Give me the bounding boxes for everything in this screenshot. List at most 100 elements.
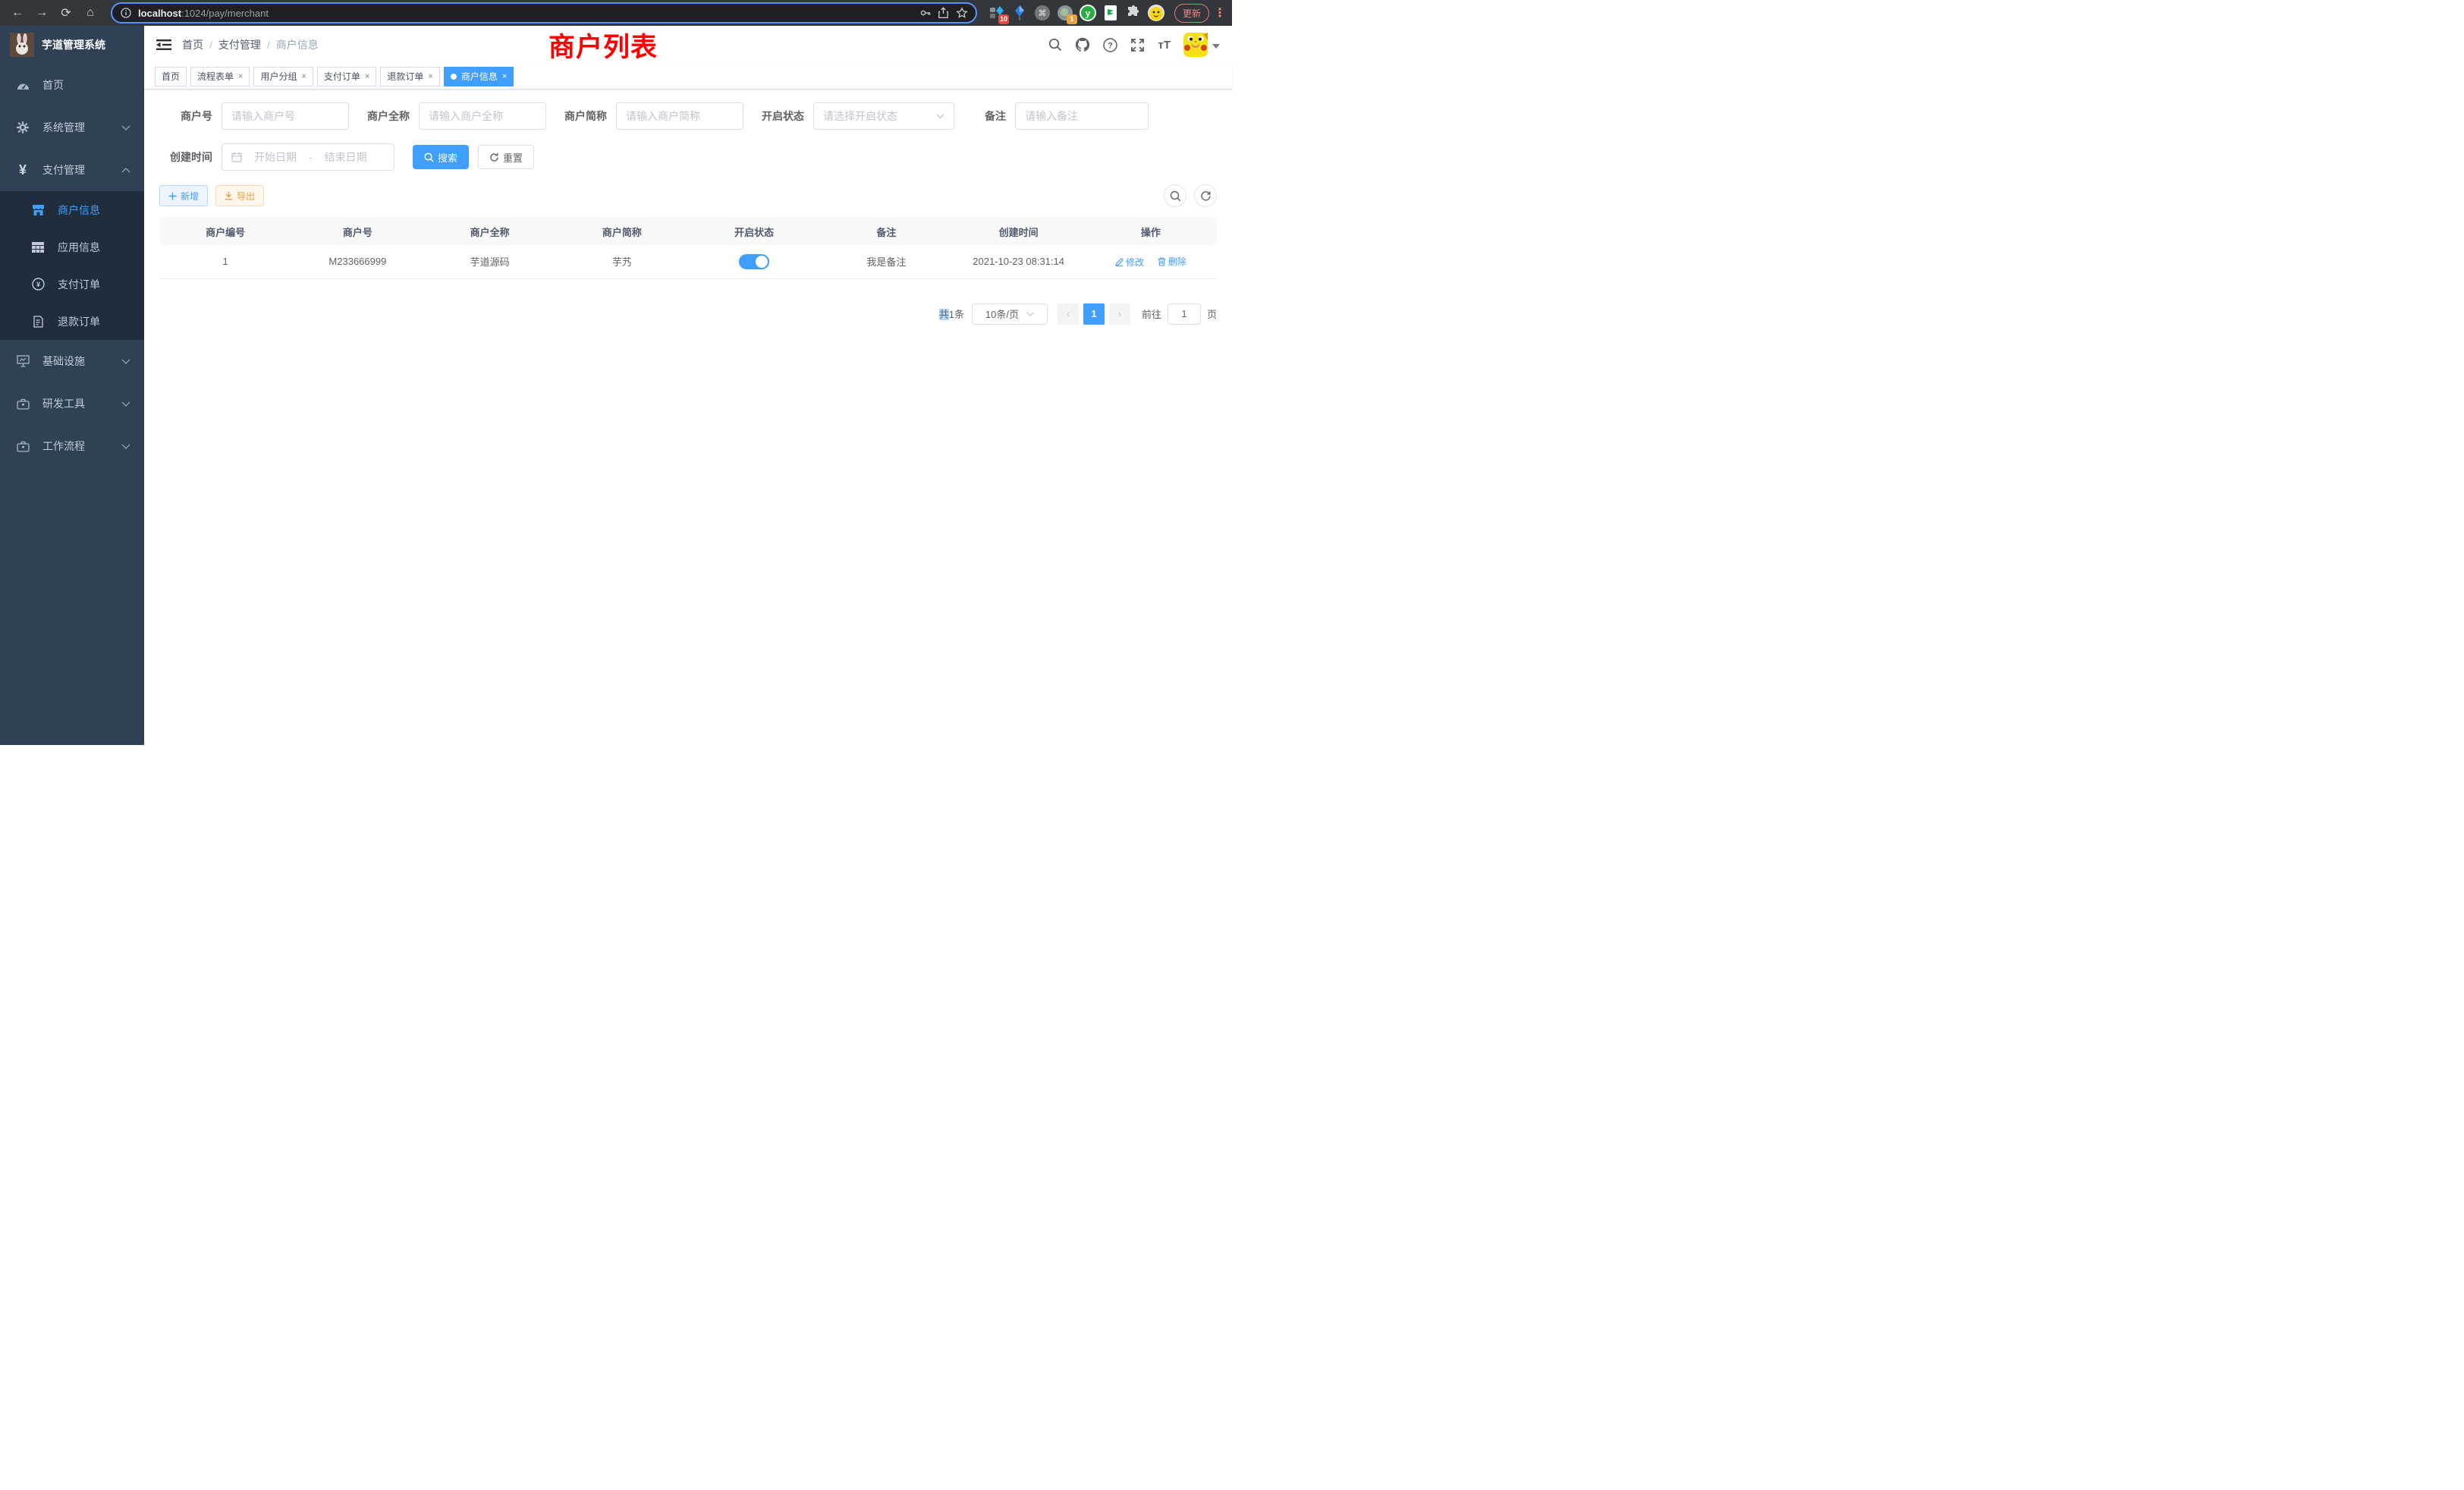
tag-refund-order[interactable]: 退款订单× — [380, 67, 439, 86]
tag-pay-order[interactable]: 支付订单× — [317, 67, 376, 86]
sidebar-item-system[interactable]: 系统管理 — [0, 106, 144, 149]
search-button[interactable]: 搜索 — [413, 145, 469, 169]
search-icon[interactable] — [1048, 38, 1062, 52]
user-avatar-menu[interactable] — [1183, 33, 1220, 57]
goto-page-input[interactable] — [1168, 303, 1201, 325]
status-toggle[interactable] — [739, 254, 769, 269]
filter-row-1: 商户号 商户全称 商户简称 开启状态 请选择开启状态 备注 — [159, 102, 1217, 130]
delete-link[interactable]: 删除 — [1158, 255, 1186, 268]
breadcrumb-pay[interactable]: 支付管理 — [218, 37, 261, 52]
chevron-down-icon — [121, 125, 130, 130]
url-path: :1024/pay/merchant — [181, 8, 269, 19]
font-size-icon[interactable]: тT — [1158, 39, 1171, 52]
browser-update-button[interactable]: 更新 — [1174, 4, 1209, 23]
extension-kite-icon[interactable] — [1010, 4, 1029, 22]
search-icon — [1170, 190, 1181, 202]
share-icon[interactable] — [938, 7, 950, 19]
sidebar-item-label: 研发工具 — [42, 396, 121, 411]
column-header: 商户号 — [291, 218, 423, 245]
breadcrumb-separator: / — [209, 39, 212, 51]
url-text: localhost:1024/pay/merchant — [138, 7, 269, 19]
close-icon[interactable]: × — [238, 72, 243, 81]
status-select[interactable]: 请选择开启状态 — [813, 102, 954, 130]
table-header-row: 商户编号 商户号 商户全称 商户简称 开启状态 备注 创建时间 操作 — [159, 218, 1217, 245]
merchant-no-input[interactable] — [222, 102, 349, 130]
extension-command-icon[interactable]: ⌘ — [1033, 4, 1051, 22]
sidebar-item-devtools[interactable]: 研发工具 — [0, 382, 144, 425]
breadcrumb-current: 商户信息 — [276, 37, 319, 52]
merchant-name-input[interactable] — [419, 102, 546, 130]
close-icon[interactable]: × — [502, 72, 507, 81]
close-icon[interactable]: × — [365, 72, 369, 81]
toggle-search-button[interactable] — [1164, 184, 1186, 207]
column-header: 商户编号 — [159, 218, 291, 245]
sidebar-item-merchant-info[interactable]: 商户信息 — [0, 191, 144, 228]
sidebar-item-pay-order[interactable]: ¥ 支付订单 — [0, 266, 144, 303]
sidebar-item-refund-order[interactable]: 退款订单 — [0, 303, 144, 340]
prev-page-button[interactable]: ‹ — [1058, 303, 1079, 325]
reload-icon[interactable]: ⟳ — [56, 3, 76, 23]
back-icon[interactable]: ← — [8, 3, 27, 23]
tag-home[interactable]: 首页 — [155, 67, 187, 86]
bookmark-star-icon[interactable] — [956, 7, 968, 19]
github-icon[interactable] — [1075, 37, 1090, 52]
export-button[interactable]: 导出 — [215, 185, 264, 206]
filter-label: 备注 — [985, 108, 1015, 124]
add-button[interactable]: 新增 — [159, 185, 208, 206]
home-icon[interactable]: ⌂ — [80, 3, 100, 23]
sidebar-toggle-icon[interactable] — [156, 39, 171, 51]
password-key-icon[interactable] — [919, 7, 932, 19]
edit-link[interactable]: 修改 — [1115, 256, 1144, 269]
briefcase-icon — [14, 441, 32, 452]
fullscreen-icon[interactable] — [1130, 38, 1145, 52]
chevron-down-icon — [1026, 312, 1034, 316]
total-prefix: 共 — [939, 309, 949, 320]
reset-button[interactable]: 重置 — [478, 145, 534, 169]
breadcrumb-home[interactable]: 首页 — [182, 37, 203, 52]
page-size-select[interactable]: 10条/页 — [972, 303, 1048, 325]
browser-chrome: ← → ⟳ ⌂ localhost:1024/pay/merchant 10 ⌘… — [0, 0, 1232, 26]
merchant-table: 商户编号 商户号 商户全称 商户简称 开启状态 备注 创建时间 操作 1 M23… — [159, 218, 1217, 279]
create-time-range-picker[interactable]: - — [222, 143, 394, 171]
download-icon — [225, 191, 233, 200]
tag-label: 商户信息 — [461, 70, 498, 83]
sidebar-item-pay[interactable]: ¥ 支付管理 — [0, 149, 144, 191]
toolbox-icon — [14, 398, 32, 410]
app-title: 芋道管理系统 — [42, 37, 105, 52]
sidebar-item-infra[interactable]: 基础设施 — [0, 340, 144, 382]
sidebar-logo[interactable]: 芋道管理系统 — [0, 26, 144, 64]
sidebar-item-home[interactable]: 首页 — [0, 64, 144, 106]
tag-process-form[interactable]: 流程表单× — [190, 67, 250, 86]
tag-user-group[interactable]: 用户分组× — [253, 67, 313, 86]
svg-text:y: y — [1086, 8, 1091, 19]
next-page-button[interactable]: › — [1109, 303, 1130, 325]
extension-tabs-icon[interactable]: 10 — [988, 4, 1006, 22]
caret-down-icon — [1212, 44, 1220, 49]
refresh-table-button[interactable] — [1194, 184, 1217, 207]
merchant-short-input[interactable] — [616, 102, 743, 130]
page-1-button[interactable]: 1 — [1083, 303, 1105, 325]
column-header: 创建时间 — [953, 218, 1085, 245]
close-icon[interactable]: × — [301, 72, 306, 81]
extensions-puzzle-icon[interactable] — [1124, 4, 1142, 22]
sidebar-item-workflow[interactable]: 工作流程 — [0, 425, 144, 467]
url-bar[interactable]: localhost:1024/pay/merchant — [111, 2, 977, 24]
total-count: 共1条 — [939, 306, 964, 321]
extension-flag-icon[interactable] — [1102, 4, 1120, 22]
sidebar-item-label: 应用信息 — [58, 240, 100, 255]
total-rest: 1条 — [949, 309, 964, 320]
avatar — [1183, 33, 1208, 57]
extension-recorder-icon[interactable]: 1 — [1056, 4, 1074, 22]
remark-input[interactable] — [1015, 102, 1149, 130]
cell-remark: 我是备注 — [820, 245, 952, 278]
extension-y-icon[interactable]: y — [1079, 4, 1097, 22]
page-info-icon[interactable] — [120, 7, 132, 19]
forward-icon[interactable]: → — [32, 3, 52, 23]
help-icon[interactable]: ? — [1103, 38, 1117, 52]
profile-emoji-avatar[interactable] — [1147, 4, 1165, 22]
tag-merchant-info[interactable]: 商户信息 × — [444, 67, 514, 86]
close-icon[interactable]: × — [428, 72, 432, 81]
sidebar-item-app-info[interactable]: 应用信息 — [0, 228, 144, 266]
browser-menu-icon[interactable]: ⋮ — [1214, 5, 1224, 20]
url-host: localhost — [138, 8, 181, 19]
